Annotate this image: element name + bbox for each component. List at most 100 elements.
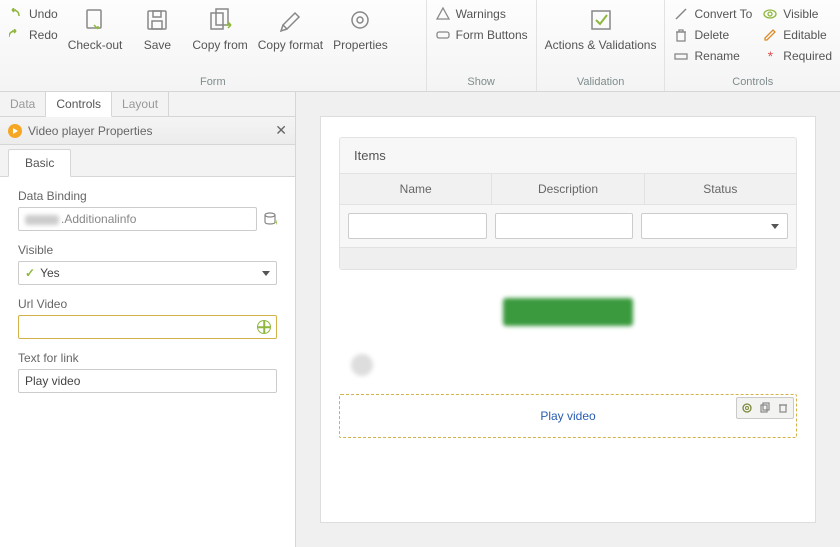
properties-label: Properties <box>333 38 388 52</box>
delete-label: Delete <box>694 28 729 42</box>
convertto-button[interactable]: Convert To <box>671 4 754 24</box>
group-show-title: Show <box>433 74 530 91</box>
panel-tabs: Data Controls Layout <box>0 92 295 117</box>
visible-field-label: Visible <box>18 243 277 257</box>
rename-button[interactable]: Rename <box>671 46 754 66</box>
video-player-icon <box>8 124 22 138</box>
gear-icon <box>346 6 374 34</box>
warnings-button[interactable]: Warnings <box>433 4 530 24</box>
checkout-button[interactable]: Check-out <box>66 2 125 56</box>
rename-icon <box>673 48 689 64</box>
data-binding-input[interactable]: .Additionalinfo <box>18 207 257 231</box>
wand-icon <box>673 6 689 22</box>
globe-icon <box>257 320 271 334</box>
copyformat-button[interactable]: Copy format <box>256 2 325 56</box>
items-panel[interactable]: Items Name Description Status <box>339 137 797 270</box>
text-for-link-input[interactable] <box>18 369 277 393</box>
delete-button[interactable]: Delete <box>671 25 754 45</box>
tab-basic[interactable]: Basic <box>8 149 71 177</box>
save-icon <box>143 6 171 34</box>
visible-button[interactable]: Visible <box>760 4 834 24</box>
items-input-row <box>340 205 796 247</box>
action-button-placeholder[interactable] <box>503 298 633 326</box>
properties-button[interactable]: Properties <box>331 2 390 56</box>
ribbon: Undo Redo Check-out Save Copy from <box>0 0 840 92</box>
undo-button[interactable]: Undo <box>6 4 60 24</box>
copyfrom-button[interactable]: Copy from <box>190 2 249 56</box>
field-visible: Visible ✓ Yes <box>18 243 277 285</box>
eye-icon <box>762 6 778 22</box>
properties-header: Video player Properties ✕ <box>0 117 295 145</box>
items-footer <box>340 247 796 269</box>
convertto-label: Convert To <box>694 7 752 21</box>
widget-toolbar <box>736 397 794 419</box>
group-controls-title: Controls <box>671 74 834 91</box>
tab-layout[interactable]: Layout <box>112 92 169 116</box>
left-panel: Data Controls Layout Video player Proper… <box>0 92 296 547</box>
formbuttons-button[interactable]: Form Buttons <box>433 25 530 45</box>
properties-title: Video player Properties <box>28 124 153 138</box>
formbuttons-icon <box>435 27 451 43</box>
checkout-icon <box>81 6 109 34</box>
items-title: Items <box>340 138 796 173</box>
check-icon <box>587 6 615 34</box>
tab-controls[interactable]: Controls <box>46 92 112 117</box>
col-name: Name <box>340 174 492 204</box>
widget-trash-icon[interactable] <box>775 400 791 416</box>
visible-value: Yes <box>40 266 60 280</box>
visible-label: Visible <box>783 7 818 21</box>
required-label: Required <box>783 49 832 63</box>
data-source-icon[interactable]: + <box>263 212 277 226</box>
form-canvas[interactable]: Items Name Description Status <box>320 116 816 523</box>
url-video-label: Url Video <box>18 297 277 311</box>
warnings-icon <box>435 6 451 22</box>
widget-gear-icon[interactable] <box>739 400 755 416</box>
status-select[interactable] <box>641 213 788 239</box>
widget-copy-icon[interactable] <box>757 400 773 416</box>
actions-validations-button[interactable]: Actions & Validations <box>543 2 659 56</box>
canvas-area: Items Name Description Status <box>296 92 840 547</box>
name-input[interactable] <box>348 213 487 239</box>
property-form: Data Binding .Additionalinfo + Visible ✓… <box>0 177 295 405</box>
col-description: Description <box>492 174 644 204</box>
ribbon-group-form: Undo Redo Check-out Save Copy from <box>0 0 427 91</box>
property-tabs: Basic <box>0 145 295 177</box>
check-icon: ✓ <box>25 266 35 280</box>
field-data-binding: Data Binding .Additionalinfo + <box>18 189 277 231</box>
video-player-widget[interactable]: Play video <box>339 394 797 438</box>
close-icon[interactable]: ✕ <box>275 122 287 139</box>
video-link-text[interactable]: Play video <box>540 409 595 423</box>
save-button[interactable]: Save <box>130 2 184 56</box>
actions-validations-label: Actions & Validations <box>545 38 657 52</box>
chevron-down-icon <box>262 271 270 276</box>
checkout-label: Check-out <box>68 38 123 52</box>
redo-button[interactable]: Redo <box>6 25 60 45</box>
copyformat-label: Copy format <box>258 38 323 52</box>
description-input[interactable] <box>495 213 634 239</box>
main: Data Controls Layout Video player Proper… <box>0 92 840 547</box>
chevron-down-icon <box>771 224 779 229</box>
placeholder-circle <box>351 354 373 376</box>
col-status: Status <box>645 174 796 204</box>
visible-select[interactable]: ✓ Yes <box>18 261 277 285</box>
pencil-icon <box>762 27 778 43</box>
text-for-link-label: Text for link <box>18 351 277 365</box>
copyfrom-label: Copy from <box>192 38 247 52</box>
editable-button[interactable]: Editable <box>760 25 834 45</box>
copyformat-icon <box>276 6 304 34</box>
data-binding-label: Data Binding <box>18 189 277 203</box>
rename-label: Rename <box>694 49 739 63</box>
redo-label: Redo <box>29 28 58 42</box>
formbuttons-label: Form Buttons <box>456 28 528 42</box>
editable-label: Editable <box>783 28 826 42</box>
tab-data[interactable]: Data <box>0 92 46 116</box>
url-video-input[interactable] <box>18 315 277 339</box>
svg-text:+: + <box>274 218 277 226</box>
warnings-label: Warnings <box>456 7 506 21</box>
redo-icon <box>8 27 24 43</box>
required-button[interactable]: * Required <box>760 46 834 66</box>
ribbon-group-controls: Convert To Delete Rename Visible <box>665 0 840 91</box>
field-url-video: Url Video <box>18 297 277 339</box>
ribbon-group-show: Warnings Form Buttons Show <box>427 0 537 91</box>
group-form-title: Form <box>6 74 420 91</box>
